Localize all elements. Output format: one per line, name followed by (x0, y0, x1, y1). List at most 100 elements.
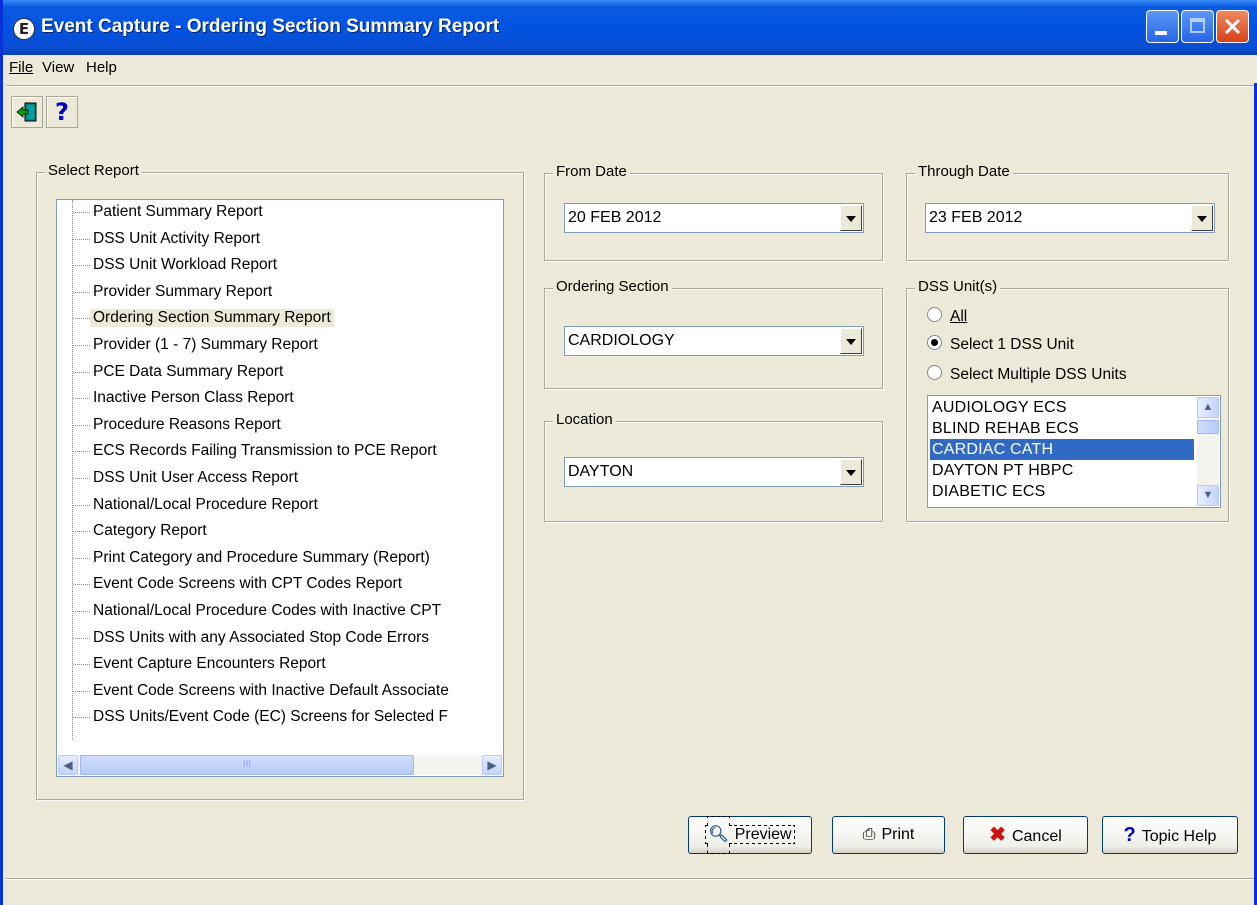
radio-select-one-label: Select 1 DSS Unit (950, 336, 1075, 353)
scroll-left-arrow-icon[interactable]: ◀ (58, 755, 78, 775)
from-date-label: From Date (553, 163, 630, 180)
cancel-x-icon: ✖ (989, 824, 1006, 846)
toolbar-separator (6, 85, 1254, 87)
tree-connector-tick (73, 717, 90, 719)
minimize-icon (1155, 31, 1167, 35)
scroll-down-arrow-icon[interactable]: ▼ (1197, 485, 1219, 506)
scroll-up-arrow-icon[interactable]: ▲ (1197, 397, 1219, 418)
dss-unit-list-item[interactable]: AUDIOLOGY ECS (930, 397, 1194, 418)
cancel-button[interactable]: ✖ Cancel (963, 816, 1088, 854)
dss-unit-list-item[interactable]: DAYTON PT HBPC (930, 460, 1194, 481)
dss-units-listbox[interactable]: ▲ ▼ AUDIOLOGY ECS BLIND REHAB ECS CARDIAC … (927, 395, 1221, 508)
location-combo[interactable]: DAYTON (564, 457, 864, 487)
menu-file[interactable]: File (9, 59, 33, 76)
tree-connector-tick (73, 557, 90, 559)
report-tree-item[interactable]: Event Code Screens with CPT Codes Report (93, 575, 402, 593)
ordering-section-dropdown-icon[interactable] (840, 328, 862, 354)
radio-select-multiple-label: Select Multiple DSS Units (950, 366, 1127, 383)
event-capture-icon[interactable]: E (13, 18, 35, 40)
menu-bar: File View Help (3, 55, 1257, 83)
dss-unit-list-item[interactable]: CARDIAC CATH (930, 439, 1194, 460)
radio-select-multiple[interactable]: Select Multiple DSS Units (927, 365, 1127, 384)
report-tree-item[interactable]: Patient Summary Report (93, 203, 263, 221)
report-tree-item[interactable]: Print Category and Procedure Summary (Re… (93, 549, 430, 567)
from-date-dropdown-icon[interactable] (840, 205, 862, 231)
menu-view[interactable]: View (42, 59, 74, 76)
scroll-thumb[interactable]: III (80, 755, 414, 775)
report-tree-item[interactable]: PCE Data Summary Report (93, 363, 283, 381)
topic-help-button[interactable]: ? Topic Help (1102, 816, 1238, 854)
report-tree-item[interactable]: Event Capture Encounters Report (93, 655, 326, 673)
report-tree-item[interactable]: Provider (1 - 7) Summary Report (93, 336, 318, 354)
print-button[interactable]: ⎙ Print (832, 816, 945, 854)
ordering-section-combo[interactable]: CARDIOLOGY (564, 326, 864, 356)
through-date-combo[interactable]: 23 FEB 2012 (925, 203, 1215, 233)
report-tree-item[interactable]: Provider Summary Report (93, 283, 272, 301)
from-date-value: 20 FEB 2012 (568, 209, 662, 226)
tree-connector-tick (73, 345, 90, 346)
tree-connector-tick (73, 478, 90, 479)
menu-help[interactable]: Help (86, 59, 117, 76)
exit-button[interactable] (11, 96, 43, 128)
radio-all[interactable]: All (927, 307, 967, 326)
status-bar (6, 880, 1254, 905)
dss-units-label: DSS Unit(s) (915, 278, 1001, 295)
report-tree-item[interactable]: DSS Units/Event Code (EC) Screens for Se… (93, 708, 448, 726)
menu-view-label: View (42, 59, 75, 76)
ordering-section-label: Ordering Section (553, 278, 672, 295)
location-dropdown-icon[interactable] (840, 459, 862, 485)
dss-unit-list-item[interactable]: DIABETIC ECS (930, 481, 1194, 502)
menu-help-label: Help (86, 59, 117, 76)
through-date-dropdown-icon[interactable] (1191, 205, 1213, 231)
preview-button[interactable]: 🔍︎ Preview (688, 816, 812, 854)
radio-all-icon (927, 307, 942, 322)
report-tree-item[interactable]: Category Report (93, 522, 207, 540)
tree-connector-tick (73, 371, 90, 373)
report-tree-item[interactable]: Ordering Section Summary Report (90, 309, 334, 328)
tree-connector-tick (73, 238, 90, 240)
report-tree-item[interactable]: DSS Unit Workload Report (93, 256, 277, 274)
through-date-value: 23 FEB 2012 (929, 209, 1023, 226)
radio-select-one[interactable]: Select 1 DSS Unit (927, 335, 1074, 354)
vertical-scroll-thumb[interactable] (1197, 420, 1219, 434)
maximize-icon (1190, 18, 1205, 33)
vertical-scrollbar[interactable]: ▲ ▼ (1197, 397, 1219, 506)
topic-help-label: Topic Help (1141, 828, 1217, 845)
tree-connector-tick (73, 690, 90, 692)
preview-label: Preview (734, 826, 792, 843)
report-tree-item[interactable]: DSS Unit Activity Report (93, 230, 260, 248)
menu-file-label: File (9, 59, 34, 76)
report-tree-item[interactable]: Event Code Screens with Inactive Default… (93, 682, 449, 700)
maximize-button[interactable] (1181, 10, 1214, 43)
tree-connector-tick (73, 291, 90, 293)
tree-connector-tick (73, 504, 90, 506)
window-title: Event Capture - Ordering Section Summary… (41, 16, 500, 37)
help-button[interactable]: ? (46, 96, 78, 128)
report-tree-item[interactable]: National/Local Procedure Codes with Inac… (93, 602, 441, 620)
minimize-button[interactable] (1146, 10, 1179, 43)
app-window: E Event Capture - Ordering Section Summa… (0, 0, 1257, 905)
magnifier-icon: 🔍︎ (708, 826, 729, 843)
title-bar[interactable]: E Event Capture - Ordering Section Summa… (3, 0, 1257, 55)
report-tree-item[interactable]: DSS Unit User Access Report (93, 469, 298, 487)
tree-connector-tick (73, 664, 90, 666)
select-report-label: Select Report (45, 162, 142, 179)
close-button[interactable] (1216, 10, 1249, 43)
location-label: Location (553, 411, 616, 428)
report-tree-item[interactable]: Inactive Person Class Report (93, 389, 294, 407)
tree-connector-tick (73, 451, 90, 453)
scroll-right-arrow-icon[interactable]: ▶ (482, 755, 502, 775)
report-tree-item[interactable]: Procedure Reasons Report (93, 416, 281, 434)
print-label: Print (881, 826, 915, 843)
report-tree-item[interactable]: DSS Units with any Associated Stop Code … (93, 629, 429, 647)
horizontal-scrollbar[interactable]: ◀ III ▶ (58, 755, 502, 775)
from-date-combo[interactable]: 20 FEB 2012 (564, 203, 864, 233)
ordering-section-value: CARDIOLOGY (568, 332, 675, 349)
dss-unit-list-item[interactable]: BLIND REHAB ECS (930, 418, 1194, 439)
report-tree[interactable]: ◀ III ▶ Patient Summary Report DSS Unit A… (56, 199, 504, 777)
tree-connector-tick (73, 318, 90, 320)
radio-all-label: All (950, 308, 968, 325)
report-tree-item[interactable]: National/Local Procedure Report (93, 496, 318, 514)
report-tree-item[interactable]: ECS Records Failing Transmission to PCE … (93, 442, 437, 460)
tree-connector-tick (73, 584, 90, 586)
